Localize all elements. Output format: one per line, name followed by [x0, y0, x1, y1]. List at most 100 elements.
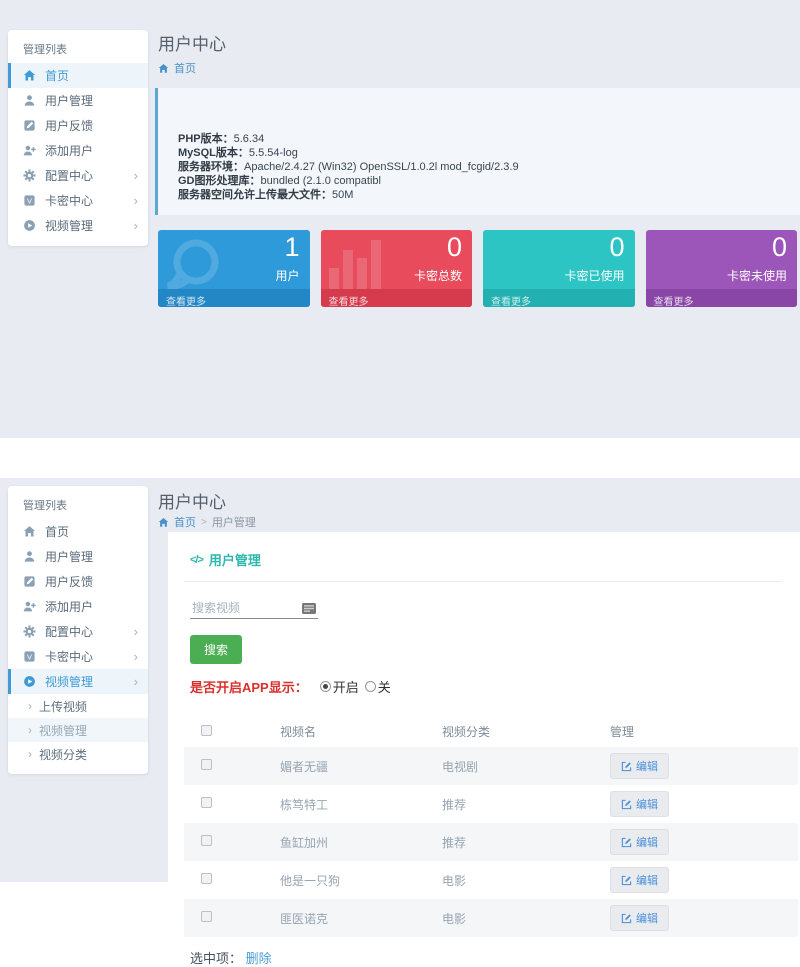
user-plus-icon: [23, 144, 37, 158]
server-info-line: 服务器空间允许上传最大文件：50M: [178, 188, 800, 202]
edit-button[interactable]: 编辑: [610, 829, 669, 855]
divider: [184, 581, 782, 582]
sidebar-item-label: 用户反馈: [45, 117, 93, 134]
card-value: 0: [609, 232, 624, 263]
breadcrumb-current: 用户管理: [212, 514, 256, 530]
card-key-icon: V: [23, 650, 37, 664]
edit-button[interactable]: 编辑: [610, 867, 669, 893]
select-all-checkbox[interactable]: [201, 725, 212, 736]
chevron-right-icon: ›: [134, 650, 138, 663]
row-checkbox[interactable]: [201, 873, 212, 884]
sidebar-item-label: 添加用户: [45, 142, 93, 159]
view-more-link[interactable]: 查看更多: [646, 289, 798, 307]
search-button[interactable]: 搜索: [190, 635, 242, 664]
sidebar-item-add-user[interactable]: 添加用户: [8, 138, 148, 163]
pencil-icon: [621, 913, 632, 924]
row-checkbox[interactable]: [201, 797, 212, 808]
stat-card-card-used: 0 卡密已使用 查看更多: [483, 230, 635, 307]
sidebar-item-home[interactable]: 首页: [8, 519, 148, 544]
sidebar-subitem-video-category[interactable]: › 视频分类: [8, 742, 148, 766]
video-category: 电视剧: [442, 747, 610, 785]
sidebar-subitem-video-management[interactable]: › 视频管理: [8, 718, 148, 742]
card-label: 卡密已使用: [564, 267, 624, 284]
server-info-line: PHP版本：5.6.34: [178, 132, 800, 146]
sidebar-item-video-management[interactable]: 视频管理 ›: [8, 213, 148, 238]
video-category: 电影: [442, 861, 610, 899]
sidebar-item-user-feedback[interactable]: 用户反馈: [8, 569, 148, 594]
server-info-box: PHP版本：5.6.34 MySQL版本：5.5.54-log 服务器环境：Ap…: [155, 88, 800, 215]
stat-card-users: 1 用户 查看更多: [158, 230, 310, 307]
sidebar-item-add-user[interactable]: 添加用户: [8, 594, 148, 619]
view-more-link[interactable]: 查看更多: [158, 289, 310, 307]
card-label: 卡密未使用: [727, 267, 787, 284]
sidebar-item-label: 首页: [45, 67, 69, 84]
video-name: 媚者无疆: [280, 747, 442, 785]
sidebar-item-config-center[interactable]: 配置中心 ›: [8, 619, 148, 644]
row-checkbox[interactable]: [201, 759, 212, 770]
breadcrumb-home-link[interactable]: 首页: [174, 514, 196, 530]
view-more-link[interactable]: 查看更多: [483, 289, 635, 307]
sidebar: 管理列表 首页 用户管理 用户反馈 添加用户 配置中心 › V 卡密中心 ›: [8, 30, 148, 246]
card-value: 0: [447, 232, 462, 263]
server-info-line: GD图形处理库：bundled (2.1.0 compatibl: [178, 174, 800, 188]
pencil-icon: [621, 761, 632, 772]
table-row: 媚者无疆 电视剧 编辑: [184, 747, 798, 785]
sidebar-item-label: 配置中心: [45, 167, 93, 184]
sidebar-item-user-management[interactable]: 用户管理: [8, 88, 148, 113]
server-info-line: MySQL版本：5.5.54-log: [178, 146, 800, 160]
keyboard-icon: [302, 603, 316, 614]
video-name: 他是一只狗: [280, 861, 442, 899]
chevron-right-icon: ›: [28, 699, 32, 713]
radio-on[interactable]: [320, 681, 331, 692]
edit-button[interactable]: 编辑: [610, 905, 669, 931]
breadcrumb-separator: >: [201, 517, 207, 528]
panel-title: </> 用户管理: [184, 550, 782, 569]
radio-off[interactable]: [365, 681, 376, 692]
sidebar-item-label: 配置中心: [45, 623, 93, 640]
sidebar-subitem-upload-video[interactable]: › 上传视频: [8, 694, 148, 718]
sidebar-item-config-center[interactable]: 配置中心 ›: [8, 163, 148, 188]
sidebar-subitem-label: 视频分类: [39, 746, 87, 763]
sidebar-item-card-center[interactable]: V 卡密中心 ›: [8, 188, 148, 213]
sidebar-item-home[interactable]: 首页: [8, 63, 148, 88]
row-checkbox[interactable]: [201, 835, 212, 846]
chevron-right-icon: ›: [134, 219, 138, 232]
gear-icon: [23, 625, 37, 639]
column-header-manage: 管理: [610, 716, 798, 747]
chevron-right-icon: ›: [28, 747, 32, 761]
chat-bubble-icon: [166, 238, 232, 295]
video-category: 推荐: [442, 785, 610, 823]
play-circle-icon: [23, 219, 37, 233]
card-label: 卡密总数: [414, 267, 462, 284]
sidebar-item-user-management[interactable]: 用户管理: [8, 544, 148, 569]
sidebar-item-user-feedback[interactable]: 用户反馈: [8, 113, 148, 138]
pencil-icon: [621, 875, 632, 886]
card-label: 用户: [275, 267, 299, 284]
pencil-icon: [621, 837, 632, 848]
stat-card-card-unused: 0 卡密未使用 查看更多: [646, 230, 798, 307]
sidebar-item-label: 视频管理: [45, 217, 93, 234]
edit-button[interactable]: 编辑: [610, 753, 669, 779]
delete-link[interactable]: 删除: [246, 951, 272, 966]
stat-card-card-total: 0 卡密总数 查看更多: [321, 230, 473, 307]
chevron-right-icon: ›: [134, 625, 138, 638]
home-icon: [23, 525, 37, 539]
row-checkbox[interactable]: [201, 911, 212, 922]
sidebar-item-label: 卡密中心: [45, 648, 93, 665]
home-icon: [158, 517, 169, 528]
user-icon: [23, 550, 37, 564]
sidebar-item-card-center[interactable]: V 卡密中心 ›: [8, 644, 148, 669]
table-row: 鱼缸加州 推荐 编辑: [184, 823, 798, 861]
search-input[interactable]: [190, 598, 318, 619]
pencil-square-icon: [23, 575, 37, 589]
view-more-link[interactable]: 查看更多: [321, 289, 473, 307]
table-header-row: 视频名 视频分类 管理: [184, 716, 798, 747]
edit-button[interactable]: 编辑: [610, 791, 669, 817]
user-management-panel: </> 用户管理 搜索 是否开启APP显示： 开启 关 视频名 视频分类 管理: [168, 532, 800, 882]
column-header-video-name: 视频名: [280, 716, 442, 747]
sidebar-item-video-management[interactable]: 视频管理 ›: [8, 669, 148, 694]
video-name: 栋笃特工: [280, 785, 442, 823]
card-value: 0: [772, 232, 787, 263]
sidebar-item-label: 用户管理: [45, 92, 93, 109]
breadcrumb-home-link[interactable]: 首页: [174, 60, 196, 76]
